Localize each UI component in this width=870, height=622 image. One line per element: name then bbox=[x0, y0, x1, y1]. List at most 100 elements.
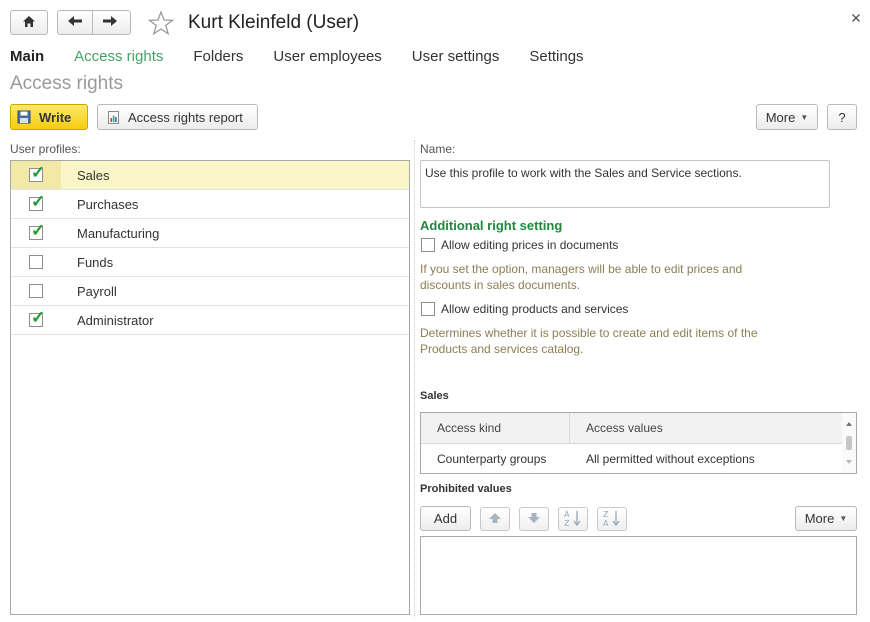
tab-user-employees[interactable]: User employees bbox=[273, 48, 381, 65]
profile-name: Manufacturing bbox=[77, 225, 160, 241]
list-item[interactable]: Payroll bbox=[11, 277, 409, 306]
hint-line: Determines whether it is possible to cre… bbox=[420, 326, 758, 340]
tab-access-rights[interactable]: Access rights bbox=[74, 48, 163, 65]
profile-name: Payroll bbox=[77, 283, 117, 299]
profile-checkbox[interactable] bbox=[29, 284, 43, 298]
write-button-label: Write bbox=[39, 109, 72, 125]
table-cell: All permitted without exceptions bbox=[586, 451, 755, 466]
allow-editing-products-label: Allow editing products and services bbox=[441, 302, 629, 316]
user-profiles-list: ✓ Sales ✓ Purchases ✓ Manufacturing Fund… bbox=[10, 160, 410, 615]
name-label: Name: bbox=[420, 142, 456, 156]
move-up-button[interactable] bbox=[480, 507, 510, 531]
hint-line: If you set the option, managers will be … bbox=[420, 262, 743, 276]
add-button[interactable]: Add bbox=[420, 506, 471, 531]
profile-name: Sales bbox=[77, 167, 110, 183]
tab-main[interactable]: Main bbox=[10, 48, 44, 65]
svg-text:Z: Z bbox=[603, 510, 609, 519]
arrow-up-icon bbox=[488, 512, 502, 527]
access-rights-report-button[interactable]: Access rights report bbox=[97, 104, 258, 130]
chevron-down-icon: ▼ bbox=[800, 112, 809, 122]
prohibited-values-list[interactable] bbox=[420, 536, 857, 615]
move-down-button[interactable] bbox=[519, 507, 549, 531]
help-button-label: ? bbox=[838, 109, 846, 125]
sort-descending-icon: ZA bbox=[602, 509, 622, 530]
tab-user-settings[interactable]: User settings bbox=[412, 48, 500, 65]
tab-settings[interactable]: Settings bbox=[529, 48, 583, 65]
checkmark-icon: ✓ bbox=[31, 308, 46, 327]
add-button-label: Add bbox=[433, 511, 458, 526]
star-icon bbox=[147, 10, 175, 39]
tab-bar: Main Access rights Folders User employee… bbox=[10, 48, 614, 65]
column-header-access-values[interactable]: Access values bbox=[570, 413, 663, 443]
arrow-left-icon bbox=[67, 15, 83, 30]
home-icon bbox=[22, 15, 36, 31]
access-kind-table: Access kind Access values Counterparty g… bbox=[420, 412, 857, 474]
profile-name: Purchases bbox=[77, 196, 139, 212]
sort-descending-button[interactable]: ZA bbox=[597, 507, 627, 531]
sort-ascending-button[interactable]: AZ bbox=[558, 507, 588, 531]
allow-editing-prices-hint: If you set the option, managers will be … bbox=[420, 261, 820, 293]
tab-folders[interactable]: Folders bbox=[193, 48, 243, 65]
svg-text:A: A bbox=[564, 510, 570, 519]
table-cell: Counterparty groups bbox=[437, 451, 547, 466]
checkmark-icon: ✓ bbox=[31, 221, 46, 240]
allow-editing-products-checkbox[interactable] bbox=[421, 302, 435, 316]
additional-right-setting-heading: Additional right setting bbox=[420, 218, 563, 233]
more-button-label: More bbox=[765, 109, 796, 125]
sales-table-title: Sales bbox=[420, 390, 449, 402]
hint-line: Products and services catalog. bbox=[420, 342, 584, 356]
report-button-label: Access rights report bbox=[128, 109, 243, 125]
close-icon bbox=[851, 11, 861, 26]
list-item[interactable]: Funds bbox=[11, 248, 409, 277]
scrollbar-arrows-icon bbox=[846, 422, 852, 464]
table-header: Access kind Access values bbox=[421, 413, 856, 444]
profile-checkbox[interactable] bbox=[29, 255, 43, 269]
list-item[interactable]: ✓ Administrator bbox=[11, 306, 409, 335]
forward-button[interactable] bbox=[92, 11, 126, 34]
arrow-right-icon bbox=[102, 15, 118, 30]
close-button[interactable] bbox=[851, 11, 865, 25]
profile-description-field[interactable]: Use this profile to work with the Sales … bbox=[420, 160, 830, 208]
list-item[interactable]: ✓ Manufacturing bbox=[11, 219, 409, 248]
window-title: Kurt Kleinfeld (User) bbox=[188, 12, 360, 33]
list-item[interactable]: ✓ Sales bbox=[11, 161, 409, 190]
more-button[interactable]: More ▼ bbox=[756, 104, 818, 130]
profile-checkbox[interactable]: ✓ bbox=[29, 309, 45, 327]
floppy-disk-icon bbox=[17, 110, 31, 124]
checkmark-icon: ✓ bbox=[31, 192, 46, 211]
home-button[interactable] bbox=[10, 10, 48, 35]
sort-ascending-icon: AZ bbox=[563, 509, 583, 530]
svg-text:Z: Z bbox=[564, 519, 570, 527]
prohibited-values-title: Prohibited values bbox=[420, 483, 512, 495]
allow-editing-products-hint: Determines whether it is possible to cre… bbox=[420, 325, 820, 357]
allow-editing-prices-checkbox[interactable] bbox=[421, 238, 435, 252]
table-scrollbar[interactable] bbox=[842, 413, 856, 473]
history-nav bbox=[57, 10, 131, 35]
list-item[interactable]: ✓ Purchases bbox=[11, 190, 409, 219]
prohibited-more-button[interactable]: More ▼ bbox=[795, 506, 857, 531]
column-header-access-kind[interactable]: Access kind bbox=[421, 413, 570, 443]
back-button[interactable] bbox=[58, 11, 92, 34]
checkmark-icon: ✓ bbox=[31, 163, 46, 182]
allow-editing-products-option[interactable]: Allow editing products and services bbox=[421, 302, 628, 316]
report-icon bbox=[108, 110, 119, 124]
allow-editing-prices-label: Allow editing prices in documents bbox=[441, 238, 619, 252]
write-button[interactable]: Write bbox=[10, 104, 88, 130]
hint-line: discounts in sales documents. bbox=[420, 278, 581, 292]
allow-editing-prices-option[interactable]: Allow editing prices in documents bbox=[421, 238, 618, 252]
user-profiles-label: User profiles: bbox=[10, 142, 81, 156]
profile-name: Administrator bbox=[77, 312, 154, 328]
panel-splitter[interactable] bbox=[414, 140, 415, 618]
arrow-down-icon bbox=[527, 512, 541, 527]
profile-checkbox[interactable]: ✓ bbox=[29, 164, 45, 182]
svg-text:A: A bbox=[603, 519, 609, 527]
table-row[interactable]: Counterparty groups All permitted withou… bbox=[421, 444, 856, 473]
profile-checkbox[interactable]: ✓ bbox=[29, 222, 45, 240]
more-button-label: More bbox=[804, 511, 835, 526]
favorite-star-button[interactable] bbox=[147, 10, 175, 39]
page-title: Access rights bbox=[10, 73, 123, 94]
profile-checkbox[interactable]: ✓ bbox=[29, 193, 45, 211]
chevron-down-icon: ▼ bbox=[839, 514, 848, 523]
profile-name: Funds bbox=[77, 254, 114, 270]
help-button[interactable]: ? bbox=[827, 104, 857, 130]
